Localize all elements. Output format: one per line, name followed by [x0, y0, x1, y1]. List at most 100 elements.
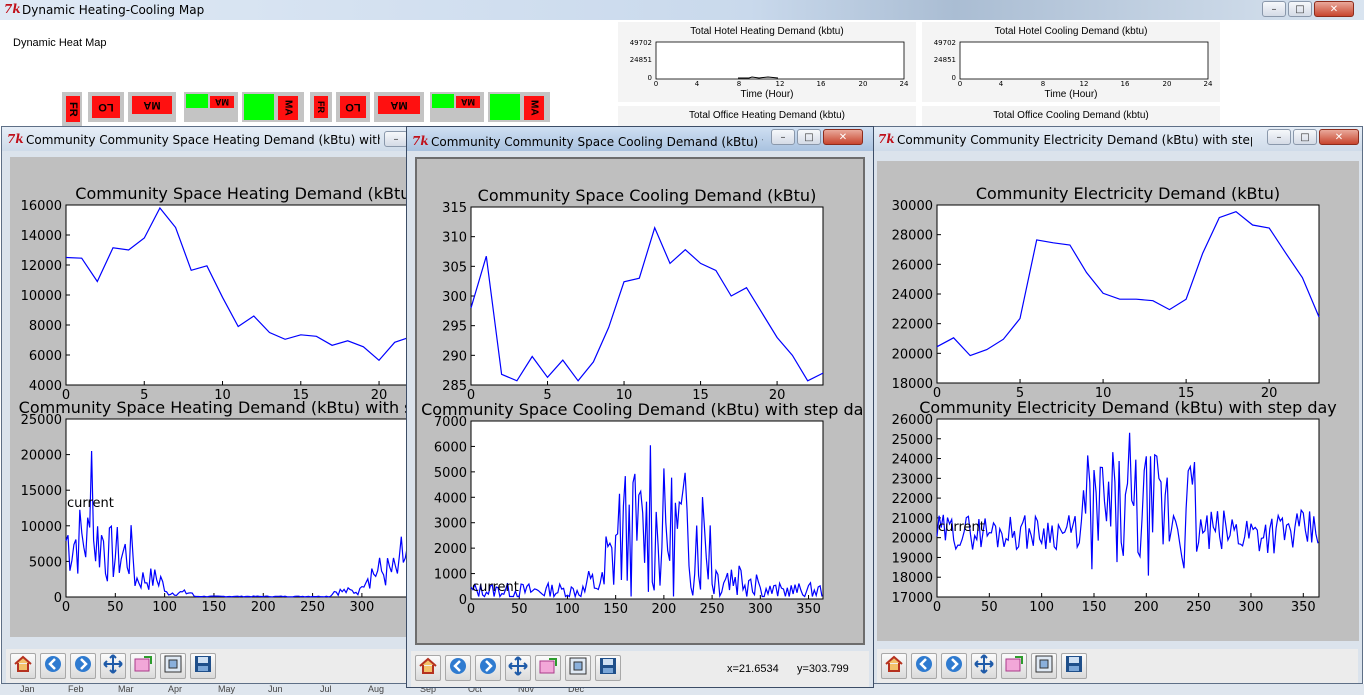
maximize-button[interactable]: □	[1293, 129, 1317, 145]
window-titlebar[interactable]: 7k Community Community Space Heating Dem…	[2, 127, 410, 151]
x-tick-label: 200	[251, 600, 276, 615]
maximize-button[interactable]: □	[1288, 1, 1312, 17]
pan-button[interactable]	[971, 653, 997, 679]
subplots-button[interactable]	[160, 653, 186, 679]
zoom-button[interactable]	[130, 653, 156, 679]
y-tick-label: 4000	[29, 379, 62, 394]
y-tick-label: 290	[442, 349, 467, 364]
month-label: Mar	[118, 684, 134, 694]
close-button[interactable]: ✕	[1319, 129, 1359, 145]
back-arrow-button[interactable]	[40, 653, 66, 679]
chart-title: Community Space Heating Demand (kBtu) wi…	[19, 398, 410, 417]
y-tick-label: 310	[442, 231, 467, 246]
figure-canvas[interactable]: Community Electricity Demand (kBtu) 0 5 10 1…	[877, 161, 1359, 641]
back-arrow-button[interactable]	[445, 655, 471, 681]
x-tick-label: 24	[1204, 80, 1213, 88]
x-tick-label: 8	[1041, 80, 1045, 88]
x-tick-label: 0	[654, 80, 658, 88]
y-tick-label: 25000	[21, 413, 62, 428]
y-tick-label: 20000	[892, 347, 933, 362]
pan-button[interactable]	[100, 653, 126, 679]
mini-chart-title: Total Office Cooling Demand (kbtu)	[993, 110, 1149, 121]
current-marker-label: current	[67, 496, 114, 511]
x-tick-label: 20	[859, 80, 868, 88]
cooling-figure: Community Space Cooling Demand (kBtu)0 5 1…	[421, 186, 873, 617]
heating-window: 7k Community Community Space Heating Dem…	[1, 126, 473, 684]
figure-canvas[interactable]: Community Space Heating Demand (kBtu) 0 5 1…	[10, 157, 473, 637]
tile-label: MA	[210, 96, 234, 108]
x-tick-label: 50	[981, 600, 998, 615]
month-label: Jul	[320, 684, 332, 694]
tk-feather-icon: 7k	[878, 132, 895, 146]
y-tick-label: 295	[442, 320, 467, 335]
month-label: Aug	[368, 684, 385, 694]
forward-arrow-button[interactable]	[475, 655, 501, 681]
month-label: Jun	[268, 684, 283, 694]
mini-chart-xlabel: Time (Hour)	[740, 89, 794, 100]
back-arrow-icon	[42, 653, 64, 679]
zoom-button[interactable]	[535, 655, 561, 681]
y-tick-label: 28000	[892, 229, 933, 244]
x-tick-label: 4	[695, 80, 700, 88]
tk-feather-icon: 7k	[412, 134, 429, 148]
window-titlebar[interactable]: 7k Community Community Space Cooling Dem…	[407, 127, 873, 151]
y-tick-label: 10000	[21, 520, 62, 535]
x-tick-label: 150	[603, 602, 628, 617]
y-tick-label: 10000	[21, 289, 62, 304]
plot-area	[65, 418, 427, 598]
minimize-button[interactable]: –	[384, 131, 408, 147]
forward-arrow-button[interactable]	[70, 653, 96, 679]
zoom-icon	[537, 655, 559, 681]
heatmap-label: Dynamic Heat Map	[13, 37, 107, 49]
subplots-button[interactable]	[1031, 653, 1057, 679]
minimize-button[interactable]: –	[1267, 129, 1291, 145]
save-button[interactable]	[1061, 653, 1087, 679]
office-cooling-mini-chart: Total Office Cooling Demand (kbtu)	[922, 106, 1220, 128]
x-tick-label: 16	[817, 80, 826, 88]
x-tick-label: 250	[300, 600, 325, 615]
minimize-button[interactable]: –	[1262, 1, 1286, 17]
x-tick-label: 150	[202, 600, 227, 615]
forward-arrow-button[interactable]	[941, 653, 967, 679]
main-window-title: Dynamic Heating-Cooling Map	[22, 3, 205, 17]
pan-button[interactable]	[505, 655, 531, 681]
y-tick-label: 49702	[934, 39, 956, 47]
tk-feather-icon: 7k	[4, 2, 21, 16]
month-label: Feb	[68, 684, 84, 694]
zoom-button[interactable]	[1001, 653, 1027, 679]
close-button[interactable]: ✕	[1314, 1, 1354, 17]
home-button[interactable]	[10, 653, 36, 679]
subplots-button[interactable]	[565, 655, 591, 681]
y-tick-label: 24851	[630, 56, 652, 64]
chart-title: Community Electricity Demand (kBtu)	[976, 184, 1280, 203]
save-button[interactable]	[595, 655, 621, 681]
y-tick-label: 22000	[892, 492, 933, 507]
y-tick-label: 0	[648, 74, 652, 82]
minimize-button[interactable]: –	[771, 129, 795, 145]
back-arrow-button[interactable]	[911, 653, 937, 679]
forward-arrow-icon	[72, 653, 94, 679]
x-tick-label: 12	[776, 80, 785, 88]
back-arrow-icon	[913, 653, 935, 679]
home-button[interactable]	[415, 655, 441, 681]
y-tick-label: 22000	[892, 318, 933, 333]
tk-feather-icon: 7k	[7, 132, 24, 146]
close-button[interactable]: ✕	[823, 129, 863, 145]
tile-label: FR	[314, 96, 328, 118]
x-tick-label: 250	[1186, 600, 1211, 615]
current-marker-label: current	[938, 520, 985, 535]
maximize-button[interactable]: □	[797, 129, 821, 145]
x-tick-label: 350	[1291, 600, 1316, 615]
mini-chart-title: Total Office Heating Demand (kbtu)	[688, 110, 845, 121]
main-titlebar: 7k Dynamic Heating-Cooling Map – □ ✕	[0, 0, 1364, 20]
home-button[interactable]	[881, 653, 907, 679]
y-tick-label: 15000	[21, 484, 62, 499]
y-tick-label: 20000	[21, 449, 62, 464]
office-heating-mini-chart: Total Office Heating Demand (kbtu)	[618, 106, 916, 128]
hotel-cooling-mini-chart: Total Hotel Cooling Demand (kbtu) 49702 …	[922, 22, 1220, 102]
figure-canvas[interactable]: Community Space Cooling Demand (kBtu) 0 5 1…	[415, 157, 873, 645]
chart-title: Community Electricity Demand (kBtu) with…	[919, 398, 1337, 417]
home-icon	[883, 653, 905, 679]
save-button[interactable]	[190, 653, 216, 679]
window-titlebar[interactable]: 7k Community Community Electricity Deman…	[873, 127, 1362, 151]
